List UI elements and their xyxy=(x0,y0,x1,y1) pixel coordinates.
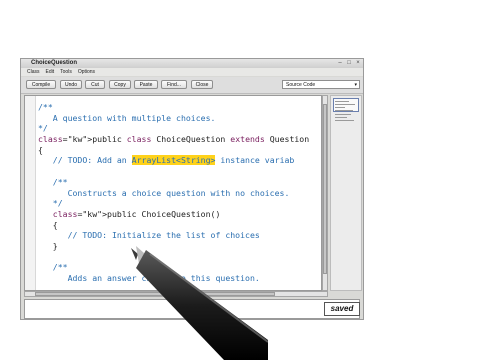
minimap-line xyxy=(335,101,349,102)
code-line: { xyxy=(38,144,43,155)
menu-tools[interactable]: Tools xyxy=(60,69,72,75)
copy-button[interactable]: Copy xyxy=(109,80,131,89)
paste-button[interactable]: Paste xyxy=(134,80,158,89)
minimap-line xyxy=(335,114,351,115)
undo-button[interactable]: Undo xyxy=(60,80,82,89)
view-select[interactable]: Source Code ▾ xyxy=(282,80,360,89)
code-line: /** xyxy=(38,102,53,112)
menu-edit[interactable]: Edit xyxy=(46,69,55,75)
minimap-line xyxy=(335,104,355,105)
code-line: class="kw">public class ChoiceQuestion e… xyxy=(38,134,310,145)
line-gutter xyxy=(25,96,36,290)
toolbar: Compile Undo Cut Copy Paste Find... Clos… xyxy=(21,77,363,94)
cut-button[interactable]: Cut xyxy=(85,80,105,89)
minimize-icon[interactable]: – xyxy=(337,60,343,66)
code-line: /** xyxy=(38,176,68,187)
menu-bar: Class Edit Tools Options xyxy=(21,68,363,76)
menu-options[interactable]: Options xyxy=(78,69,95,75)
close-icon[interactable]: × xyxy=(355,60,361,66)
saved-status-badge: saved xyxy=(324,302,360,316)
code-line: // TODO: Add an ArrayList<String> instan… xyxy=(38,155,295,166)
chevron-down-icon: ▾ xyxy=(354,82,357,88)
vertical-scrollbar[interactable] xyxy=(322,95,328,291)
compile-button[interactable]: Compile xyxy=(26,80,56,89)
code-line: { xyxy=(38,219,58,230)
window-title: ChoiceQuestion xyxy=(31,60,78,66)
maximize-icon[interactable]: □ xyxy=(346,60,352,66)
view-select-value: Source Code xyxy=(286,82,316,88)
code-line: A question with multiple choices. xyxy=(38,112,216,123)
code-line: */ xyxy=(38,198,63,209)
minimap-line xyxy=(335,117,347,118)
vertical-scroll-thumb[interactable] xyxy=(323,104,327,274)
stylus-pen xyxy=(131,246,268,360)
find-button[interactable]: Find... xyxy=(161,80,187,89)
highlighted-text: ArrayList<String> xyxy=(131,155,216,166)
minimap-line xyxy=(335,107,345,108)
code-minimap[interactable] xyxy=(330,95,362,291)
code-line: Constructs a choice question with no cho… xyxy=(38,187,290,198)
close-button[interactable]: Close xyxy=(191,80,213,89)
minimap-line xyxy=(335,120,354,121)
code-line: class="kw">public ChoiceQuestion() xyxy=(52,208,221,219)
minimap-line xyxy=(335,110,353,111)
code-line: */ xyxy=(38,123,48,134)
menu-class[interactable]: Class xyxy=(27,69,40,75)
